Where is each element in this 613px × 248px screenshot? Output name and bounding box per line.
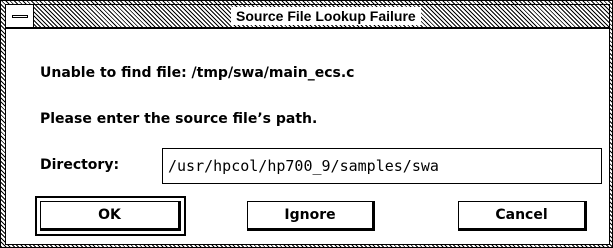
error-message: Unable to find file: /tmp/swa/main_ecs.c — [40, 65, 355, 81]
window-title: Source File Lookup Failure — [231, 7, 421, 25]
dialog-body: Unable to find file: /tmp/swa/main_ecs.c… — [5, 28, 610, 245]
ok-button[interactable]: OK — [40, 201, 181, 231]
path-prompt: Please enter the source file’s path. — [40, 111, 318, 127]
directory-input[interactable] — [162, 148, 602, 184]
dialog-window: Source File Lookup Failure Unable to fin… — [0, 0, 613, 248]
title-bar[interactable]: Source File Lookup Failure — [5, 4, 610, 28]
window-menu-icon[interactable] — [6, 5, 34, 27]
window-menu-bar — [12, 15, 28, 18]
ignore-button[interactable]: Ignore — [247, 201, 375, 231]
cancel-button[interactable]: Cancel — [458, 201, 587, 231]
directory-label: Directory: — [40, 157, 120, 173]
